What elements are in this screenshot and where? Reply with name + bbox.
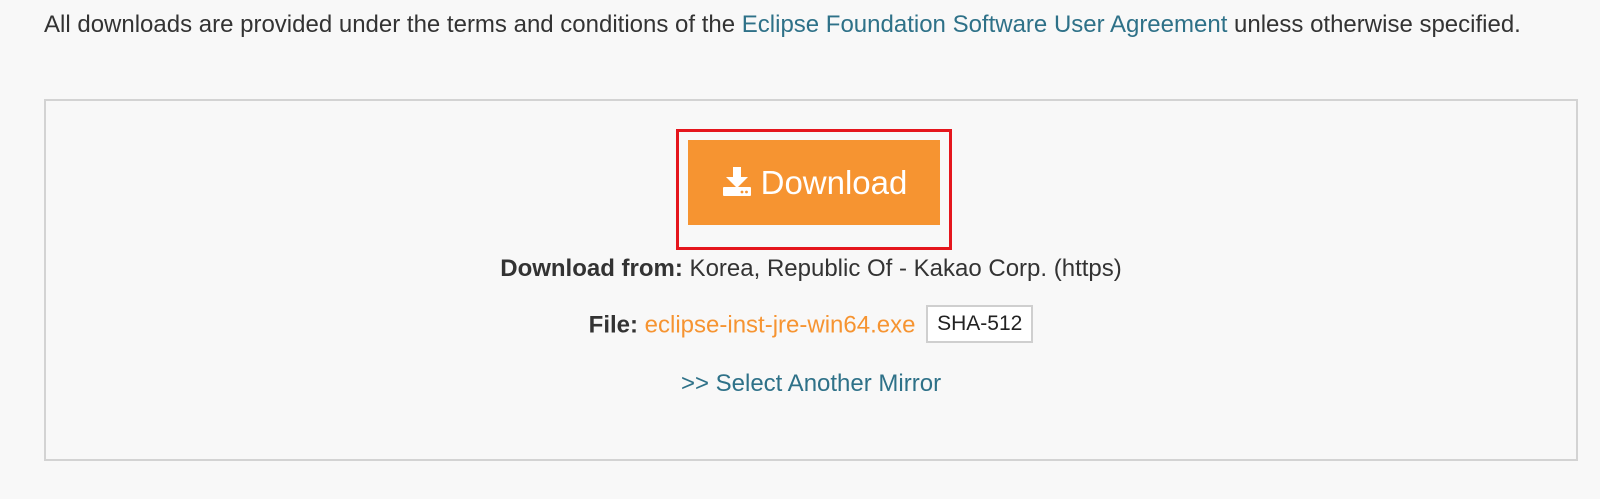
terms-notice: All downloads are provided under the ter… [44,6,1574,43]
file-info: File: eclipse-inst-jre-win64.exe SHA-512 [46,305,1576,343]
terms-prefix: All downloads are provided under the ter… [44,11,742,38]
download-button[interactable]: Download [688,140,940,225]
download-source: Download from: Korea, Republic Of - Kaka… [46,254,1576,284]
file-label: File: [588,311,638,339]
download-panel: Download Download from: Korea, Republic … [44,99,1578,461]
mirror-row: >> Select Another Mirror [46,369,1576,399]
terms-suffix: unless otherwise specified. [1227,11,1521,38]
user-agreement-link[interactable]: Eclipse Foundation Software User Agreeme… [742,11,1228,38]
download-from-label: Download from: [500,255,683,282]
select-another-mirror-link[interactable]: >> Select Another Mirror [681,370,941,397]
download-from-value: Korea, Republic Of - Kakao Corp. (https) [682,255,1122,282]
download-icon [721,165,753,197]
download-button-label: Download [760,163,908,201]
sha-512-button[interactable]: SHA-512 [926,305,1034,343]
file-name-link[interactable]: eclipse-inst-jre-win64.exe [645,311,916,338]
